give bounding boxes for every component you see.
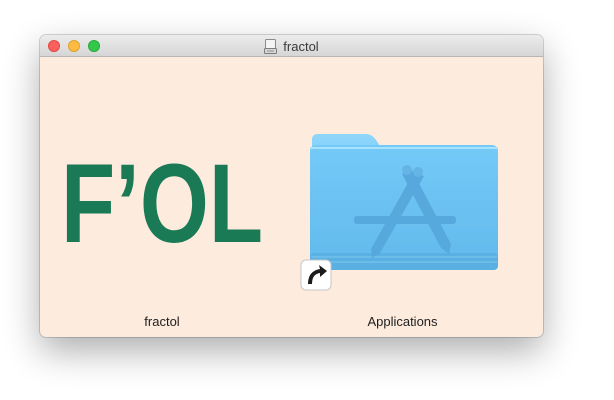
- installer-window: fractol F’OL fractol Applications: [40, 35, 543, 337]
- applications-folder-icon: [310, 134, 498, 270]
- window-title-group: fractol: [40, 35, 543, 57]
- title-bar[interactable]: fractol: [40, 35, 543, 57]
- disk-image-icon: [264, 38, 278, 54]
- fractol-label: fractol: [144, 314, 180, 329]
- screen: fractol F’OL fractol Applications: [0, 0, 614, 400]
- app-logo-icon: F’OL: [61, 141, 263, 266]
- applications-label: Applications: [367, 314, 438, 329]
- alias-arrow-icon: [300, 259, 332, 291]
- window-title: fractol: [283, 38, 319, 54]
- applications-folder[interactable]: [308, 120, 500, 272]
- window-content: F’OL fractol Applications: [40, 57, 543, 337]
- app-logo-text: F’OL: [61, 158, 263, 243]
- fractol-app-icon[interactable]: F’OL: [61, 141, 263, 266]
